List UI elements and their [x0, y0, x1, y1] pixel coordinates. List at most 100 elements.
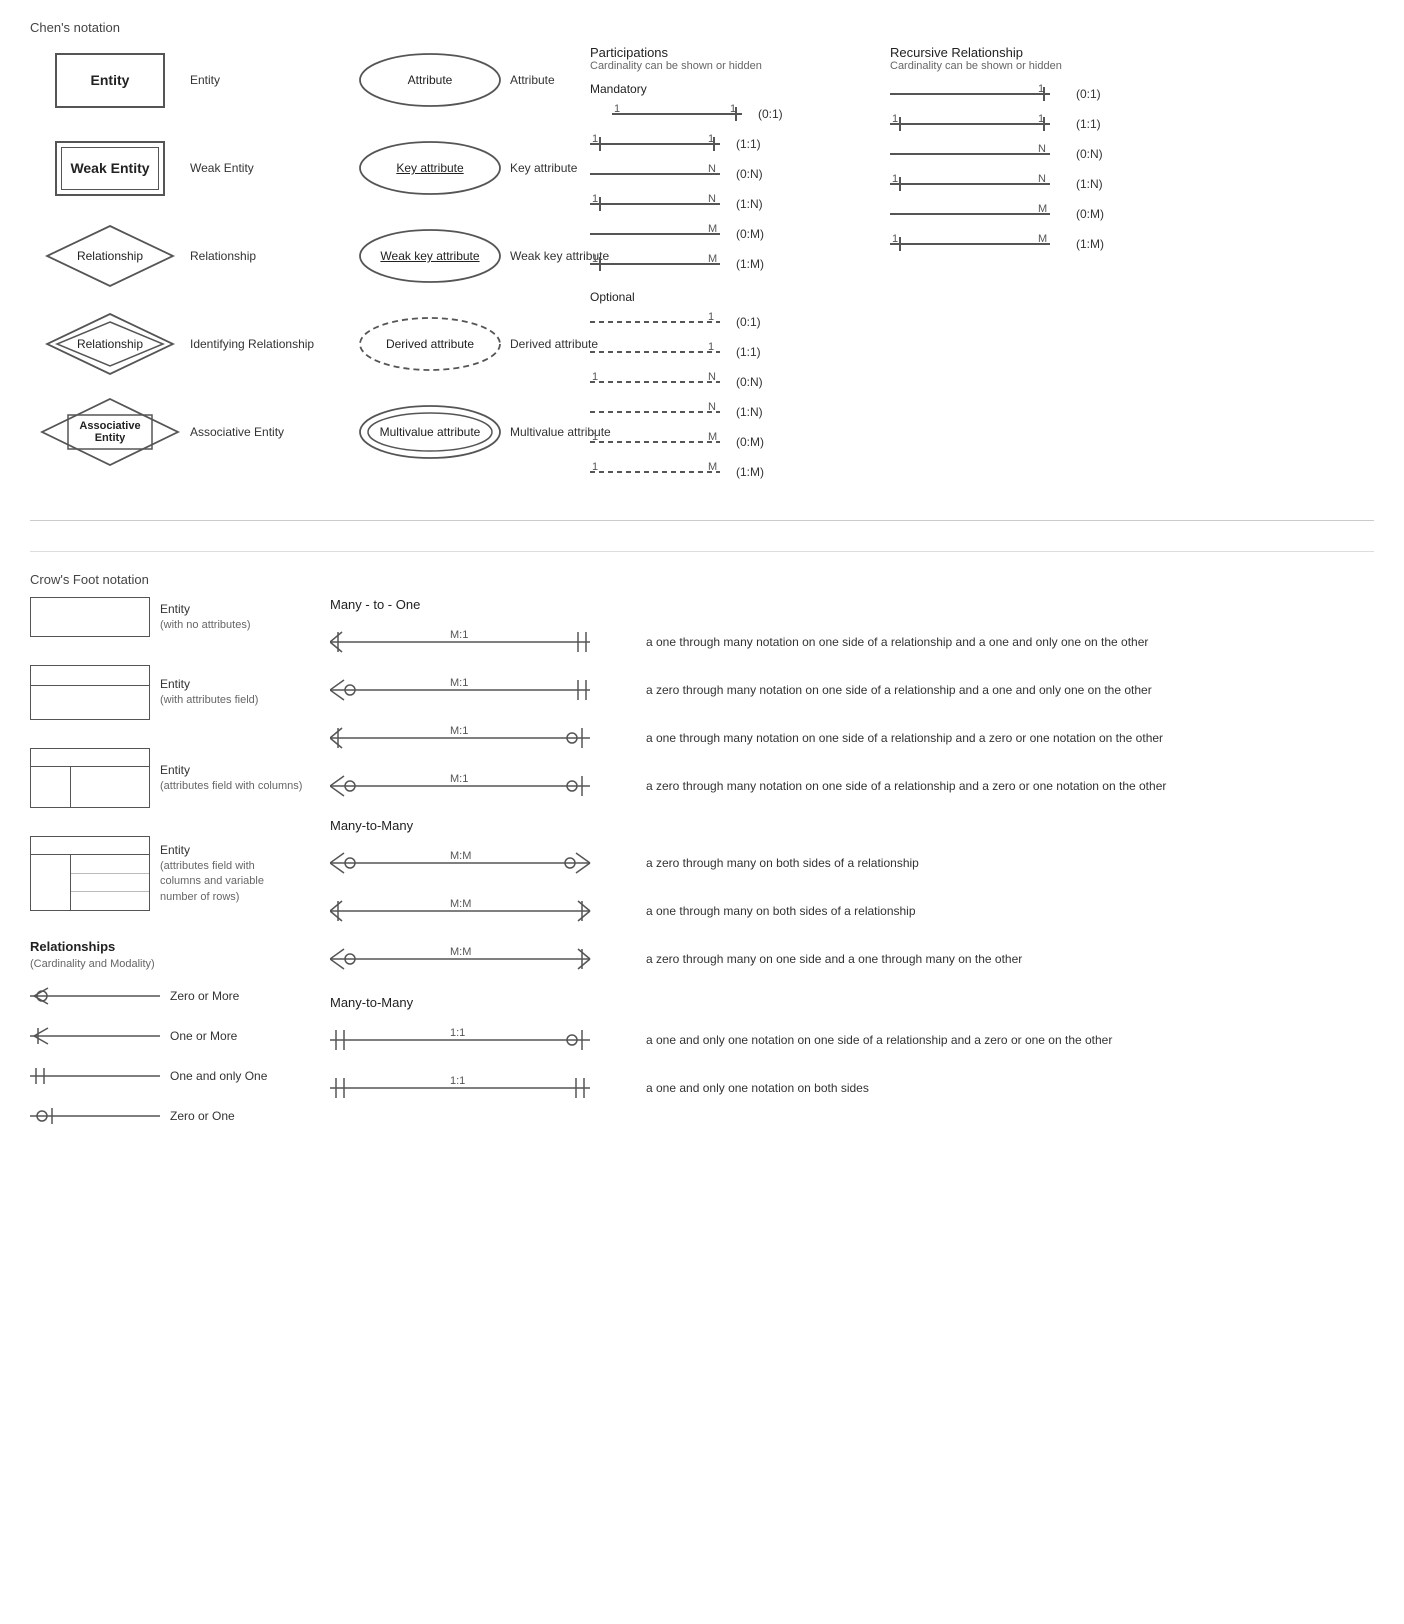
crows-rel-title: Relationships: [30, 939, 310, 954]
crows-rel-section: Relationships (Cardinality and Modality): [30, 939, 310, 1130]
opt-row-4: 1 M (0:M): [590, 430, 890, 454]
mm-desc-0: a zero through many on both sides of a r…: [646, 855, 919, 872]
svg-text:M: M: [1038, 233, 1047, 245]
cf-one-only-symbol: [30, 1062, 170, 1090]
opt-notation-0: (0:1): [736, 315, 786, 329]
weak-entity-desc: Weak Entity: [190, 161, 350, 175]
entity-symbol: Entity: [30, 53, 190, 108]
mm-desc-2: a zero through many on one side and a on…: [646, 951, 1022, 968]
cf-rel-zero-more: Zero or More: [30, 982, 310, 1010]
cf-one-more-label: One or More: [170, 1028, 237, 1045]
rec-line-2: N: [890, 143, 1070, 165]
rec-row-3: 1 N (1:N): [890, 172, 1170, 196]
mand-notation-1: (1:1): [736, 137, 786, 151]
mm-svg-0: M:M: [330, 847, 630, 879]
svg-text:M:1: M:1: [450, 629, 468, 641]
opt-line-3: N: [590, 401, 730, 423]
cf-entity-col-left: [31, 767, 71, 807]
mand-row-0: 1 1 (0:1): [590, 102, 890, 126]
chens-content: Entity Entity Attribute Attribute: [30, 45, 1374, 490]
m1-row-0: M:1 a one through many notation on one s…: [330, 626, 1374, 658]
svg-text:M:M: M:M: [450, 898, 471, 910]
m1-line-area-0: M:1: [330, 626, 630, 658]
svg-text:1: 1: [592, 461, 598, 473]
opt-notation-3: (1:N): [736, 405, 786, 419]
crows-title: Crow's Foot notation: [30, 572, 1374, 587]
mand-notation-4: (0:M): [736, 227, 786, 241]
opt-row-5: 1 M (1:M): [590, 460, 890, 484]
cf-zero-more-label: Zero or More: [170, 988, 239, 1005]
cf-zero-more-symbol: [30, 982, 170, 1010]
identifying-rel-row: Relationship Identifying Relationship De…: [30, 309, 590, 379]
cf-entity-col-row: Entity (attributes field with columns): [30, 748, 310, 808]
attribute-ellipse-label: Attribute: [408, 73, 453, 87]
crows-content: Entity (with no attributes) Entity (with…: [30, 597, 1374, 1142]
opt-row-1: 1 (1:1): [590, 340, 890, 364]
rec-line-1: 1 1: [890, 113, 1070, 135]
svg-text:1: 1: [614, 103, 620, 115]
oneone-row-0: 1:1 a one and only one notation on one s…: [330, 1024, 1374, 1056]
mand-line-2: N: [590, 163, 730, 185]
opt-line-4: 1 M: [590, 431, 730, 453]
svg-text:N: N: [708, 193, 716, 205]
cf-entity-varrow-body: [31, 855, 149, 910]
svg-text:M: M: [1038, 203, 1047, 215]
rec-line-3: 1 N: [890, 173, 1070, 195]
svg-text:M: M: [708, 253, 717, 265]
weak-entity-row: Weak Entity Weak Entity Key attribute: [30, 133, 590, 203]
cf-entity-attr-box: [30, 665, 150, 720]
many-to-one-title: Many - to - One: [330, 597, 1374, 612]
svg-text:1: 1: [592, 371, 598, 383]
svg-text:M: M: [708, 431, 717, 443]
identifying-rel-diamond: Relationship: [45, 312, 175, 377]
cf-rel-one-more: One or More: [30, 1022, 310, 1050]
svg-text:M:1: M:1: [450, 677, 468, 689]
oneone-row-1: 1:1 a one and only one notation on both …: [330, 1072, 1374, 1104]
crows-left-col: Entity (with no attributes) Entity (with…: [30, 597, 310, 1142]
cf-entity-varrow-row2: [71, 874, 149, 893]
mand-row-5: 1 M (1:M): [590, 252, 890, 276]
svg-text:1: 1: [592, 431, 598, 443]
cf-entity-col-box: [30, 748, 150, 808]
cf-entity-varrow-row1: [71, 855, 149, 874]
key-attr-label: Key attribute: [396, 161, 463, 175]
participations-subtitle: Cardinality can be shown or hidden: [590, 60, 890, 72]
svg-text:1: 1: [1038, 113, 1044, 125]
m1-desc-2: a one through many notation on one side …: [646, 730, 1163, 747]
cf-entity-col-body: [31, 767, 149, 807]
rec-notation-1: (1:1): [1076, 117, 1126, 131]
svg-text:N: N: [708, 163, 716, 175]
mand-notation-3: (1:N): [736, 197, 786, 211]
opt-line-0: 1: [590, 311, 730, 333]
cf-entity-no-attr-row: Entity (with no attributes): [30, 597, 310, 637]
many-to-many-title: Many-to-Many: [330, 818, 1374, 833]
svg-text:1: 1: [708, 133, 714, 145]
svg-text:1:1: 1:1: [450, 1075, 465, 1087]
mandatory-label: Mandatory: [590, 82, 890, 96]
svg-text:N: N: [708, 401, 716, 413]
cf-one-more-symbol: [30, 1022, 170, 1050]
svg-text:1: 1: [730, 103, 736, 115]
mand-line-0: 1 1: [612, 103, 752, 125]
mm-row-1: M:M a one through many on both sides of …: [330, 895, 1374, 927]
weak-key-attr-ellipse: Weak key attribute: [355, 226, 505, 286]
entity-desc: Entity: [190, 73, 350, 87]
rec-line-4: M: [890, 203, 1070, 225]
cf-entity-no-attr-label: Entity (with no attributes): [160, 601, 250, 633]
assoc-entity-shape: Associative Entity: [40, 397, 180, 467]
assoc-entity-label: Associative Entity: [70, 420, 150, 444]
svg-text:M:1: M:1: [450, 773, 468, 785]
rec-row-0: 1 (0:1): [890, 82, 1170, 106]
svg-text:1: 1: [592, 133, 598, 145]
mand-row-2: N (0:N): [590, 162, 890, 186]
key-attr-symbol: Key attribute: [350, 138, 510, 198]
entity-box: Entity: [55, 53, 165, 108]
cf-zero-one-label: Zero or One: [170, 1108, 235, 1125]
rec-row-4: M (0:M): [890, 202, 1170, 226]
oneone-desc-0: a one and only one notation on one side …: [646, 1032, 1112, 1049]
section-divider: [30, 520, 1374, 521]
cf-entity-varrow-label: Entity (attributes field with columns an…: [160, 842, 270, 905]
mm-desc-1: a one through many on both sides of a re…: [646, 903, 916, 920]
cf-entity-col-symbol: [30, 748, 160, 808]
crows-section: Crow's Foot notation Entity (with no att…: [30, 551, 1374, 1142]
